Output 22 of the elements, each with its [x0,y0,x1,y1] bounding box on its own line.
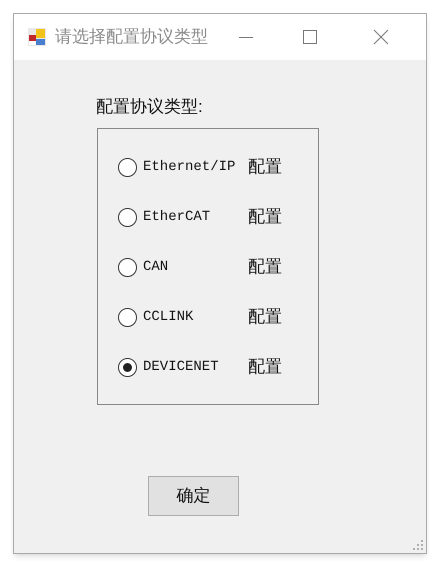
resize-grip-icon[interactable] [413,540,423,550]
radio-label[interactable]: Ethernet/IP [143,156,246,178]
group-label: 配置协议类型: [96,97,203,117]
radio-label[interactable]: EtherCAT [143,206,246,228]
configure-link[interactable]: 配置 [248,154,282,180]
configure-link[interactable]: 配置 [248,254,282,280]
app-icon [27,27,47,47]
window-title: 请选择配置协议类型 [55,26,208,48]
maximize-icon[interactable] [302,29,318,45]
radio-button[interactable] [118,158,137,176]
radio-button[interactable] [118,208,137,226]
configure-link[interactable]: 配置 [248,304,282,330]
configure-link[interactable]: 配置 [248,204,282,230]
radio-label[interactable]: DEVICENET [143,356,246,378]
close-icon[interactable] [373,29,389,45]
radio-button[interactable] [118,258,137,276]
configure-link[interactable]: 配置 [248,354,282,380]
radio-label[interactable]: CCLINK [143,306,246,328]
radio-button[interactable] [118,358,137,376]
radio-button[interactable] [118,308,137,326]
radio-label[interactable]: CAN [143,256,246,278]
ok-button[interactable]: 确定 [148,476,239,516]
